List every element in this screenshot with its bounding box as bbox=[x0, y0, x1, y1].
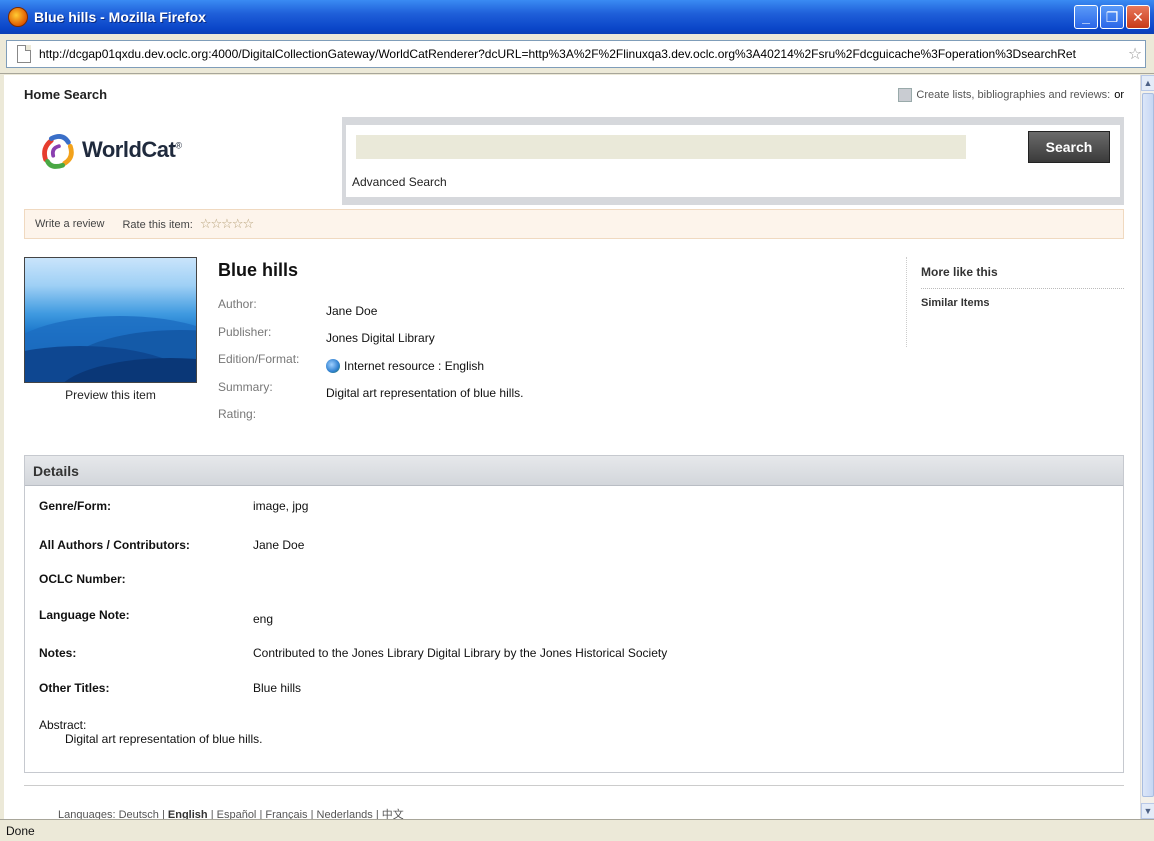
detail-value: Blue hills bbox=[253, 681, 302, 695]
url-field[interactable]: http://dcgap01qxdu.dev.oclc.org:4000/Dig… bbox=[6, 40, 1146, 68]
scroll-up-button[interactable]: ▲ bbox=[1141, 75, 1154, 91]
detail-row-oclc: OCLC Number: bbox=[39, 572, 253, 586]
status-bar: Done bbox=[0, 819, 1154, 841]
details-panel: Details Genre/Form: image, jpg All Autho… bbox=[24, 455, 1124, 773]
create-lists-text: Create lists, bibliographies and reviews… bbox=[916, 89, 1111, 101]
author-value[interactable]: Jane Doe bbox=[326, 297, 377, 325]
window-title: Blue hills - Mozilla Firefox bbox=[34, 9, 206, 25]
author-label: Author: bbox=[218, 297, 257, 311]
lang-espanol[interactable]: Español bbox=[217, 809, 257, 819]
lang-chinese[interactable]: 中文 bbox=[382, 809, 404, 819]
detail-label: Language Note: bbox=[39, 608, 130, 622]
detail-row-authors: All Authors / Contributors: Jane Doe bbox=[39, 538, 304, 552]
detail-label: Other Titles: bbox=[39, 681, 110, 695]
window-controls: _ ❐ ✕ bbox=[1074, 5, 1150, 29]
rating-label: Rating: bbox=[218, 407, 257, 421]
internet-resource-icon bbox=[326, 358, 340, 373]
language-footer: Languages: Deutsch | English | Español |… bbox=[58, 806, 404, 819]
meta-row-rating: Rating: bbox=[218, 407, 523, 435]
vertical-scrollbar[interactable]: ▲ ▼ bbox=[1140, 75, 1154, 819]
home-search-link[interactable]: Home Search bbox=[24, 87, 107, 102]
detail-label: OCLC Number: bbox=[39, 572, 126, 586]
meta-row-summary: Summary: Digital art representation of b… bbox=[218, 380, 523, 408]
languages-label: Languages: bbox=[58, 809, 116, 819]
detail-row-genre: Genre/Form: image, jpg bbox=[39, 499, 308, 513]
lang-nederlands[interactable]: Nederlands bbox=[317, 809, 373, 819]
search-button[interactable]: Search bbox=[1028, 131, 1110, 163]
meta-row-edition: Edition/Format: Internet resource : Engl… bbox=[218, 352, 523, 380]
item-thumbnail[interactable] bbox=[24, 257, 197, 383]
detail-label: Genre/Form: bbox=[39, 499, 112, 513]
minimize-button[interactable]: _ bbox=[1074, 5, 1098, 29]
footer-divider bbox=[24, 785, 1124, 786]
detail-value[interactable]: Jane Doe bbox=[253, 538, 304, 552]
edition-value: Internet resource : English bbox=[326, 352, 484, 380]
separator: | bbox=[259, 809, 263, 819]
publisher-value: Jones Digital Library bbox=[326, 331, 435, 346]
detail-label: All Authors / Contributors: bbox=[39, 538, 190, 552]
maximize-button[interactable]: ❐ bbox=[1100, 5, 1124, 29]
meta-row-publisher: Publisher: Jones Digital Library bbox=[218, 325, 523, 353]
create-lists-or: or bbox=[1114, 89, 1124, 101]
lists-icon bbox=[898, 88, 913, 102]
more-like-this-panel: More like this Similar Items bbox=[906, 257, 1124, 347]
page-icon bbox=[17, 45, 31, 63]
url-text[interactable]: http://dcgap01qxdu.dev.oclc.org:4000/Dig… bbox=[39, 47, 1125, 61]
detail-row-language: Language Note: eng bbox=[39, 608, 273, 626]
advanced-search-link[interactable]: Advanced Search bbox=[352, 175, 447, 189]
top-navigation: Home Search Create lists, bibliographies… bbox=[24, 80, 1124, 110]
item-title: Blue hills bbox=[218, 260, 299, 280]
similar-items-link[interactable]: Similar Items bbox=[921, 297, 1124, 309]
detail-row-notes: Notes: Contributed to the Jones Library … bbox=[39, 646, 667, 660]
rate-item-label: Rate this item: ☆☆☆☆☆ bbox=[122, 216, 254, 231]
lang-deutsch[interactable]: Deutsch bbox=[119, 809, 159, 819]
worldcat-logo[interactable]: WorldCat® bbox=[38, 131, 182, 169]
status-text: Done bbox=[6, 824, 35, 838]
preview-item-link[interactable]: Preview this item bbox=[24, 388, 197, 402]
more-like-this-title: More like this bbox=[921, 257, 1124, 289]
abstract-label: Abstract: bbox=[39, 718, 87, 732]
worldcat-logo-text: WorldCat® bbox=[82, 137, 182, 162]
detail-label: Notes: bbox=[39, 646, 77, 660]
search-input[interactable] bbox=[356, 135, 966, 159]
search-panel-inner: Search Advanced Search bbox=[346, 125, 1120, 197]
scroll-down-button[interactable]: ▼ bbox=[1141, 803, 1154, 819]
header-banner: WorldCat® Search Advanced Search bbox=[24, 109, 1124, 207]
firefox-icon bbox=[8, 7, 28, 27]
close-button[interactable]: ✕ bbox=[1126, 5, 1150, 29]
page-viewport: Home Search Create lists, bibliographies… bbox=[4, 75, 1140, 819]
lang-francais[interactable]: Français bbox=[265, 809, 307, 819]
publisher-label: Publisher: bbox=[218, 324, 272, 339]
detail-value: eng bbox=[253, 612, 274, 626]
summary-label: Summary: bbox=[218, 379, 273, 394]
window-titlebar: Blue hills - Mozilla Firefox _ ❐ ✕ bbox=[0, 0, 1154, 34]
abstract-block: Abstract: Digital art representation of … bbox=[39, 718, 262, 746]
abstract-text: Digital art representation of blue hills… bbox=[65, 732, 263, 746]
rating-stars[interactable]: ☆☆☆☆☆ bbox=[200, 216, 254, 231]
separator: | bbox=[210, 809, 214, 819]
create-lists-bar: Create lists, bibliographies and reviews… bbox=[898, 88, 1124, 102]
write-review-link[interactable]: Write a review bbox=[35, 218, 104, 230]
separator: | bbox=[310, 809, 314, 819]
detail-value: image, jpg bbox=[253, 499, 309, 513]
separator: | bbox=[375, 809, 379, 819]
item-metadata: Author: Jane Doe Publisher: Jones Digita… bbox=[218, 297, 523, 435]
search-panel: Search Advanced Search bbox=[342, 117, 1124, 205]
scrollbar-thumb[interactable] bbox=[1142, 93, 1154, 797]
lang-english[interactable]: English bbox=[168, 809, 208, 819]
detail-value: Contributed to the Jones Library Digital… bbox=[253, 646, 668, 660]
separator: | bbox=[161, 809, 165, 819]
bookmark-star-icon[interactable]: ☆ bbox=[1125, 44, 1145, 64]
worldcat-logo-icon bbox=[42, 134, 74, 169]
detail-row-other-titles: Other Titles: Blue hills bbox=[39, 681, 301, 695]
review-bar: Write a review Rate this item: ☆☆☆☆☆ bbox=[24, 209, 1124, 239]
edition-text: Internet resource : English bbox=[344, 358, 485, 373]
summary-value: Digital art representation of blue hills… bbox=[326, 386, 524, 401]
meta-row-author: Author: Jane Doe bbox=[218, 297, 523, 325]
details-header: Details bbox=[25, 456, 1123, 486]
navigation-toolbar: http://dcgap01qxdu.dev.oclc.org:4000/Dig… bbox=[0, 34, 1154, 74]
edition-label: Edition/Format: bbox=[218, 352, 300, 366]
